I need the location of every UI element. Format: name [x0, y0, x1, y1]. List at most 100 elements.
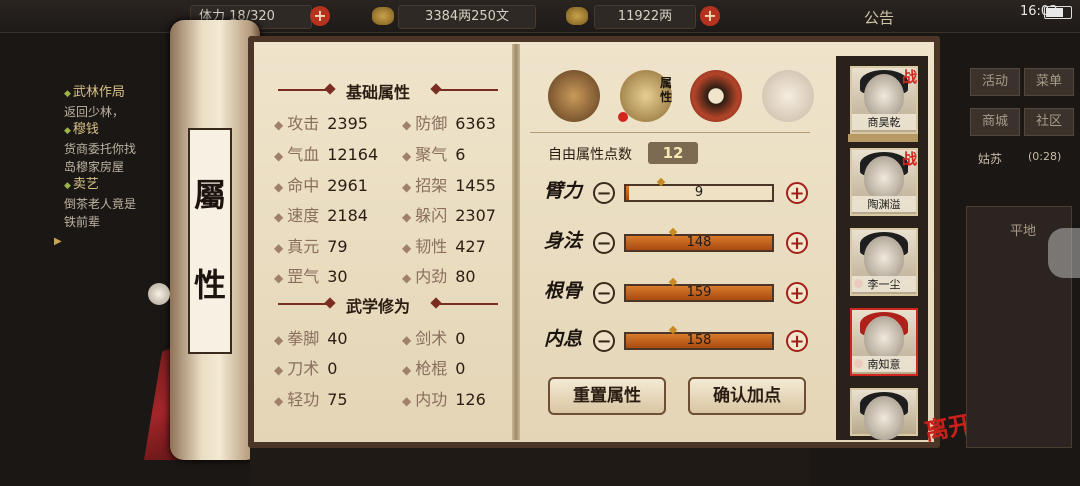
basic-attrs-title: 基础属性	[346, 83, 411, 102]
meridian-body-icon[interactable]	[762, 70, 814, 122]
reset-attributes-button[interactable]: 重置属性	[548, 377, 666, 415]
straw-hat-icon[interactable]	[548, 70, 600, 122]
stat-bullet-icon: ◆	[274, 333, 284, 347]
party-member-name: 商昊乾	[852, 114, 916, 130]
attr-name-strength: 臂力	[544, 180, 583, 202]
party-member-name: 李一尘	[852, 276, 916, 292]
increase-agility-button[interactable]: +	[786, 232, 808, 254]
gold-icon	[566, 7, 588, 25]
stat-bullet-icon: ◆	[274, 180, 284, 194]
jade-bead-icon	[148, 283, 170, 305]
martial-title: 武学修为	[346, 297, 411, 316]
quest-bullet-icon: ◆	[64, 89, 71, 99]
tab-active-label: 属性	[660, 76, 673, 104]
stat-bullet-icon: ◆	[274, 210, 284, 224]
decrease-agility-button[interactable]: −	[593, 232, 615, 254]
quest-line: 铁前辈	[64, 215, 101, 229]
stat-lightness: ◆ 轻功 75	[274, 390, 348, 409]
stat-gang-qi: ◆ 罡气 30	[274, 267, 348, 286]
menu-community-button[interactable]: 社区	[1024, 108, 1074, 136]
section-line	[440, 303, 498, 305]
bottom-toolbar	[250, 448, 810, 486]
stat-fist: ◆ 拳脚 40	[274, 329, 348, 348]
strength-value: 9	[694, 185, 704, 200]
top-status-bar	[0, 0, 1080, 33]
stat-bullet-icon: ◆	[402, 241, 412, 255]
location-name: 姑苏	[978, 152, 1003, 166]
breath-value: 158	[686, 333, 712, 348]
attr-name-agility: 身法	[544, 230, 583, 252]
quest-line: 货商委托你找	[64, 142, 137, 156]
stat-bullet-icon: ◆	[274, 241, 284, 255]
member-exp-bar	[848, 134, 918, 142]
scroll-book-icon[interactable]: 属性	[620, 70, 672, 122]
section-line	[278, 303, 330, 305]
stat-inner-force: ◆ 内劲 80	[402, 267, 476, 286]
stat-toughness: ◆ 韧性 427	[402, 237, 486, 256]
quest-line: 倒茶老人竟是	[64, 197, 137, 211]
stat-bullet-icon: ◆	[274, 394, 284, 408]
quest-line: 返回少林，	[64, 105, 125, 119]
party-member-name: 南知意	[852, 356, 916, 372]
agility-bar: 148	[624, 227, 774, 252]
free-points-value: 12	[648, 142, 698, 164]
page-divider	[512, 44, 520, 440]
scroll-label-char: 屬	[193, 176, 226, 214]
menu-shop-button[interactable]: 商城	[970, 108, 1020, 136]
increase-strength-button[interactable]: +	[786, 182, 808, 204]
gold-display: 11922两	[594, 5, 696, 29]
battle-badge: 战	[902, 150, 918, 168]
scroll-label-char: 性	[193, 266, 226, 304]
stat-dodge: ◆ 躲闪 2307	[402, 206, 496, 225]
stat-hit: ◆ 命中 2961	[274, 176, 368, 195]
stat-attack: ◆ 攻击 2395	[274, 114, 368, 133]
menu-main-button[interactable]: 菜单	[1024, 68, 1074, 96]
character-portrait	[864, 396, 904, 440]
stat-bullet-icon: ◆	[402, 363, 412, 377]
notice-button[interactable]: 公告	[864, 7, 894, 28]
stat-bullet-icon: ◆	[402, 118, 412, 132]
decrease-constitution-button[interactable]: −	[593, 282, 615, 304]
stat-spear: ◆ 枪棍 0	[402, 359, 466, 378]
decrease-breath-button[interactable]: −	[593, 330, 615, 352]
constitution-bar: 159	[624, 277, 774, 302]
section-line	[278, 89, 330, 91]
stat-bullet-icon: ◆	[402, 149, 412, 163]
stat-bullet-icon: ◆	[274, 149, 284, 163]
stat-bullet-icon: ◆	[402, 180, 412, 194]
battery-icon	[1044, 6, 1072, 19]
quest-title: ◆ 卖艺	[64, 177, 99, 192]
quest-title: ◆ 武林作局	[64, 85, 125, 100]
stat-qi-gather: ◆ 聚气 6	[402, 145, 466, 164]
expand-arrow-icon[interactable]: ▶	[54, 236, 62, 247]
bagua-icon[interactable]	[690, 70, 742, 122]
quest-panel[interactable]: ◆ 武林作局 返回少林， ◆ 穆钱 货商委托你找 岛穆家房屋 ◆ 卖艺 倒茶老人竟是 …	[64, 84, 174, 234]
side-drawer-handle[interactable]	[1048, 228, 1080, 278]
stat-blade: ◆ 刀术 0	[274, 359, 338, 378]
icons-divider	[530, 132, 810, 133]
party-member-card[interactable]: 陶渊溢 战	[850, 148, 918, 216]
party-member-card[interactable]	[850, 388, 918, 440]
stat-bullet-icon: ◆	[274, 118, 284, 132]
money-icon	[372, 7, 394, 25]
increase-breath-button[interactable]: +	[786, 330, 808, 352]
quest-bullet-icon: ◆	[64, 181, 71, 191]
location-time: (0:28)	[1028, 150, 1062, 163]
party-member-card[interactable]: 李一尘	[850, 228, 918, 296]
constitution-value: 159	[686, 285, 712, 300]
stat-bullet-icon: ◆	[402, 271, 412, 285]
quest-line: 岛穆家房屋	[64, 160, 125, 174]
add-stamina-button[interactable]: +	[310, 6, 330, 26]
menu-activity-button[interactable]: 活动	[970, 68, 1020, 96]
party-member-name: 陶渊溢	[852, 196, 916, 212]
add-gold-button[interactable]: +	[700, 6, 720, 26]
party-member-card[interactable]: 南知意	[850, 308, 918, 376]
confirm-points-button[interactable]: 确认加点	[688, 377, 806, 415]
increase-constitution-button[interactable]: +	[786, 282, 808, 304]
stat-bullet-icon: ◆	[402, 210, 412, 224]
party-member-card[interactable]: 商昊乾 战	[850, 66, 918, 134]
decrease-strength-button[interactable]: −	[593, 182, 615, 204]
active-tab-dot-icon	[618, 112, 628, 122]
stat-inner-skill: ◆ 内功 126	[402, 390, 486, 409]
stat-bullet-icon: ◆	[402, 394, 412, 408]
